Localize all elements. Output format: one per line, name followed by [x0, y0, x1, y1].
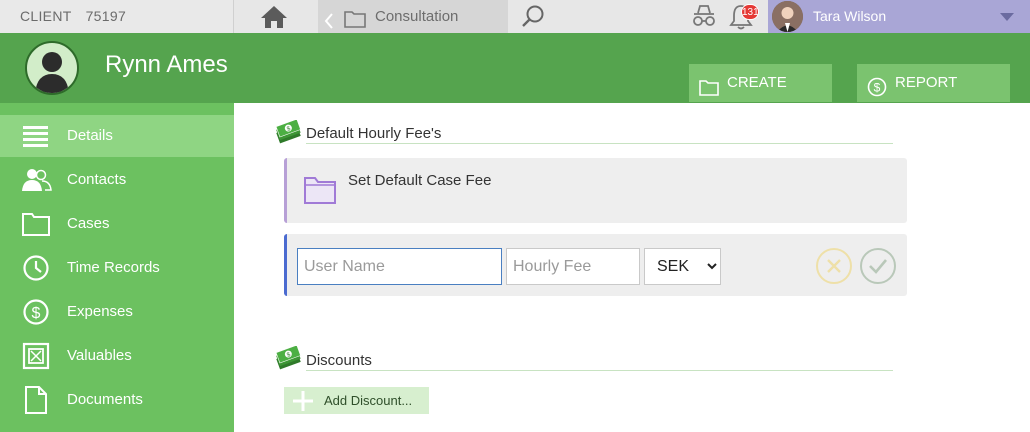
- check-icon: [869, 259, 887, 274]
- chevron-down-icon[interactable]: [1000, 13, 1014, 21]
- discounts-title: Discounts: [306, 352, 372, 369]
- contacts-icon: [20, 166, 52, 194]
- folder-icon: [20, 210, 52, 238]
- safe-icon: [20, 342, 52, 370]
- close-icon: [827, 259, 841, 273]
- sidebar-item-label: Contacts: [67, 171, 127, 188]
- hourly-fee-input[interactable]: [506, 248, 640, 285]
- sidebar-item-label: Valuables: [67, 347, 132, 364]
- user-avatar: [772, 1, 803, 32]
- client-id-box: CLIENT 75197: [0, 0, 234, 33]
- fee-section-title: Default Hourly Fee's: [306, 125, 442, 142]
- notification-badge: 131: [741, 4, 759, 20]
- sidebar-item-label: Documents: [67, 391, 143, 408]
- client-number: 75197: [85, 8, 127, 24]
- client-avatar: [25, 41, 79, 95]
- sidebar: Details Contacts Cases Time Records $ Ex…: [0, 103, 234, 432]
- client-name: Rynn Ames: [105, 51, 228, 78]
- search-icon[interactable]: [520, 4, 546, 35]
- user-menu[interactable]: Tara Wilson: [768, 0, 1030, 33]
- add-discount-label: Add Discount...: [324, 393, 413, 408]
- breadcrumb-label: Consultation: [375, 8, 459, 25]
- user-name: Tara Wilson: [813, 8, 887, 24]
- cancel-button[interactable]: [816, 248, 852, 284]
- user-name-input[interactable]: [297, 248, 502, 285]
- section-divider: [306, 370, 893, 371]
- list-icon: [20, 122, 52, 150]
- sidebar-item-label: Cases: [67, 215, 110, 232]
- currency-select[interactable]: SEK: [644, 248, 721, 285]
- home-icon[interactable]: [258, 4, 290, 30]
- sidebar-item-cases[interactable]: Cases: [0, 203, 234, 245]
- sidebar-item-time-records[interactable]: Time Records: [0, 247, 234, 289]
- set-default-fee-card[interactable]: Set Default Case Fee: [284, 158, 907, 223]
- sidebar-item-label: Expenses: [67, 303, 133, 320]
- sidebar-item-label: Details: [67, 127, 113, 144]
- sidebar-item-label: Time Records: [67, 259, 160, 276]
- clock-icon: [20, 254, 52, 282]
- fee-entry-row: SEK: [284, 234, 907, 296]
- folder-icon: [303, 175, 337, 210]
- document-icon: [20, 386, 52, 414]
- client-header: Rynn Ames CREATE CASE $ REPORT ASSET: [0, 33, 1030, 129]
- svg-text:$: $: [874, 81, 881, 95]
- money-icon: $: [274, 344, 302, 377]
- client-label: CLIENT: [20, 8, 72, 24]
- incognito-icon[interactable]: [690, 3, 718, 34]
- dollar-icon: $: [20, 298, 52, 326]
- confirm-button[interactable]: [860, 248, 896, 284]
- sidebar-item-valuables[interactable]: Valuables: [0, 335, 234, 377]
- create-case-button[interactable]: CREATE CASE: [689, 64, 832, 129]
- top-bar: CLIENT 75197 Consultation 131 Tara Wilson: [0, 0, 1030, 33]
- plus-icon: [292, 390, 314, 421]
- money-icon: $: [274, 118, 302, 151]
- svg-text:$: $: [32, 305, 41, 322]
- set-default-fee-label: Set Default Case Fee: [348, 172, 492, 189]
- report-asset-button[interactable]: $ REPORT ASSET: [857, 64, 1010, 129]
- sidebar-item-documents[interactable]: Documents: [0, 379, 234, 421]
- sidebar-item-contacts[interactable]: Contacts: [0, 159, 234, 201]
- sidebar-item-expenses[interactable]: $ Expenses: [0, 291, 234, 333]
- sidebar-item-details[interactable]: Details: [0, 115, 234, 157]
- breadcrumb[interactable]: Consultation: [318, 0, 508, 33]
- section-divider: [306, 143, 893, 144]
- add-discount-button[interactable]: Add Discount...: [284, 387, 429, 414]
- main-content: $ Default Hourly Fee's Set Default Case …: [234, 103, 1030, 432]
